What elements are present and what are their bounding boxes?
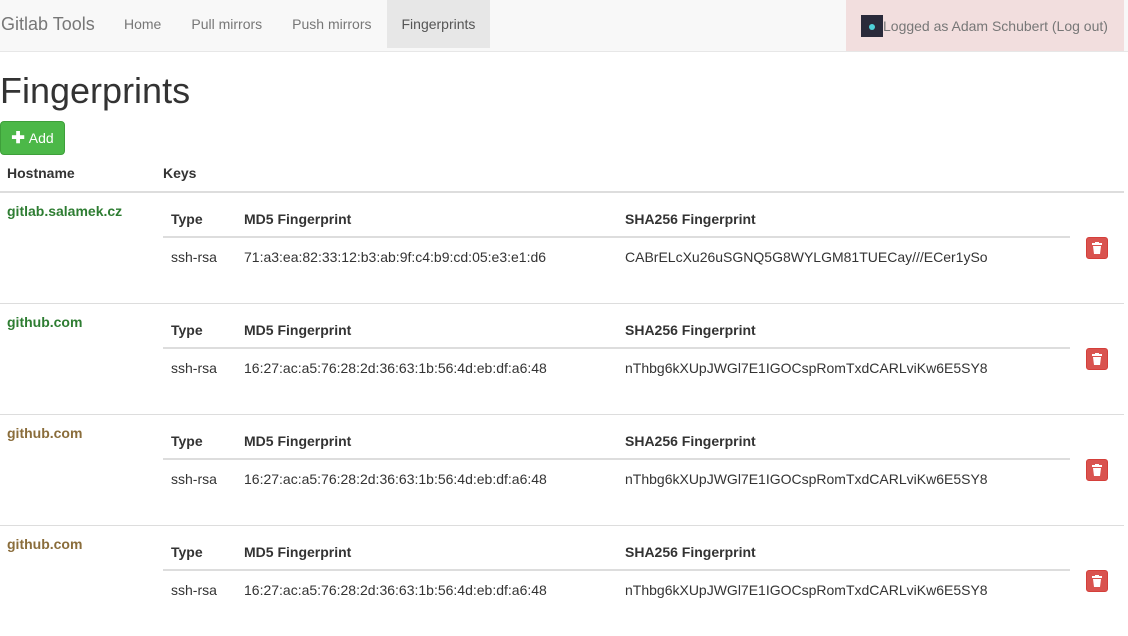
nav-home[interactable]: Home bbox=[109, 0, 176, 48]
delete-button[interactable] bbox=[1086, 459, 1108, 481]
key-sha256: nThbg6kXUpJWGl7E1IGOCspRomTxdCARLviKw6E5… bbox=[625, 471, 988, 487]
key-header-divider bbox=[163, 569, 1070, 571]
key-header-md5: MD5 Fingerprint bbox=[244, 211, 352, 227]
key-header-divider bbox=[163, 236, 1070, 238]
column-header-hostname: Hostname bbox=[7, 165, 75, 181]
key-header-divider bbox=[163, 347, 1070, 349]
hostname-link[interactable]: github.com bbox=[7, 536, 82, 552]
key-header-sha256: SHA256 Fingerprint bbox=[625, 433, 756, 449]
trash-icon bbox=[1092, 353, 1102, 365]
hostname-link[interactable]: github.com bbox=[7, 425, 82, 441]
key-sha256: nThbg6kXUpJWGl7E1IGOCspRomTxdCARLviKw6E5… bbox=[625, 582, 988, 598]
plus-icon: ✚ bbox=[11, 130, 25, 147]
key-header-md5: MD5 Fingerprint bbox=[244, 433, 352, 449]
trash-icon bbox=[1092, 242, 1102, 254]
key-type: ssh-rsa bbox=[171, 582, 217, 598]
key-header-type: Type bbox=[171, 322, 203, 338]
hostname-link[interactable]: gitlab.salamek.cz bbox=[7, 203, 122, 219]
nav-menu: Home Pull mirrors Push mirrors Fingerpri… bbox=[109, 0, 491, 51]
key-md5: 71:a3:ea:82:33:12:b3:ab:9f:c4:b9:cd:05:e… bbox=[244, 249, 547, 265]
trash-icon bbox=[1092, 464, 1102, 476]
key-header-type: Type bbox=[171, 433, 203, 449]
key-header-sha256: SHA256 Fingerprint bbox=[625, 322, 756, 338]
page-title: Fingerprints bbox=[0, 70, 191, 111]
key-header-type: Type bbox=[171, 544, 203, 560]
table-row: github.com Type MD5 Fingerprint SHA256 F… bbox=[0, 303, 1124, 414]
key-header-md5: MD5 Fingerprint bbox=[244, 544, 352, 560]
key-header-md5: MD5 Fingerprint bbox=[244, 322, 352, 338]
key-sha256: CABrELcXu26uSGNQ5G8WYLGM81TUECay///ECer1… bbox=[625, 249, 988, 265]
key-type: ssh-rsa bbox=[171, 249, 217, 265]
key-md5: 16:27:ac:a5:76:28:2d:36:63:1b:56:4d:eb:d… bbox=[244, 360, 547, 376]
nav-pull-mirrors[interactable]: Pull mirrors bbox=[176, 0, 277, 48]
nav-fingerprints[interactable]: Fingerprints bbox=[386, 0, 491, 48]
add-button-label: Add bbox=[28, 130, 54, 146]
key-header-type: Type bbox=[171, 211, 203, 227]
brand[interactable]: Gitlab Tools bbox=[0, 0, 95, 51]
delete-button[interactable] bbox=[1086, 348, 1108, 370]
key-header-sha256: SHA256 Fingerprint bbox=[625, 544, 756, 560]
trash-icon bbox=[1092, 575, 1102, 587]
key-header-sha256: SHA256 Fingerprint bbox=[625, 211, 756, 227]
user-menu[interactable]: Logged as Adam Schubert (Log out) bbox=[846, 0, 1124, 51]
table-row: github.com Type MD5 Fingerprint SHA256 F… bbox=[0, 525, 1124, 636]
avatar bbox=[861, 14, 883, 37]
key-type: ssh-rsa bbox=[171, 360, 217, 376]
key-sha256: nThbg6kXUpJWGl7E1IGOCspRomTxdCARLviKw6E5… bbox=[625, 360, 988, 376]
key-md5: 16:27:ac:a5:76:28:2d:36:63:1b:56:4d:eb:d… bbox=[244, 471, 547, 487]
key-header-divider bbox=[163, 458, 1070, 460]
key-type: ssh-rsa bbox=[171, 471, 217, 487]
key-md5: 16:27:ac:a5:76:28:2d:36:63:1b:56:4d:eb:d… bbox=[244, 582, 547, 598]
column-header-keys: Keys bbox=[163, 165, 197, 181]
user-label[interactable]: Logged as Adam Schubert (Log out) bbox=[883, 18, 1108, 34]
delete-button[interactable] bbox=[1086, 237, 1108, 259]
hostname-link[interactable]: github.com bbox=[7, 314, 82, 330]
navbar: Gitlab Tools Home Pull mirrors Push mirr… bbox=[0, 0, 1128, 52]
add-button[interactable]: ✚ Add bbox=[0, 121, 65, 155]
nav-push-mirrors[interactable]: Push mirrors bbox=[277, 0, 386, 48]
table-row: gitlab.salamek.cz Type MD5 Fingerprint S… bbox=[0, 192, 1124, 303]
delete-button[interactable] bbox=[1086, 570, 1108, 592]
table-row: github.com Type MD5 Fingerprint SHA256 F… bbox=[0, 414, 1124, 525]
